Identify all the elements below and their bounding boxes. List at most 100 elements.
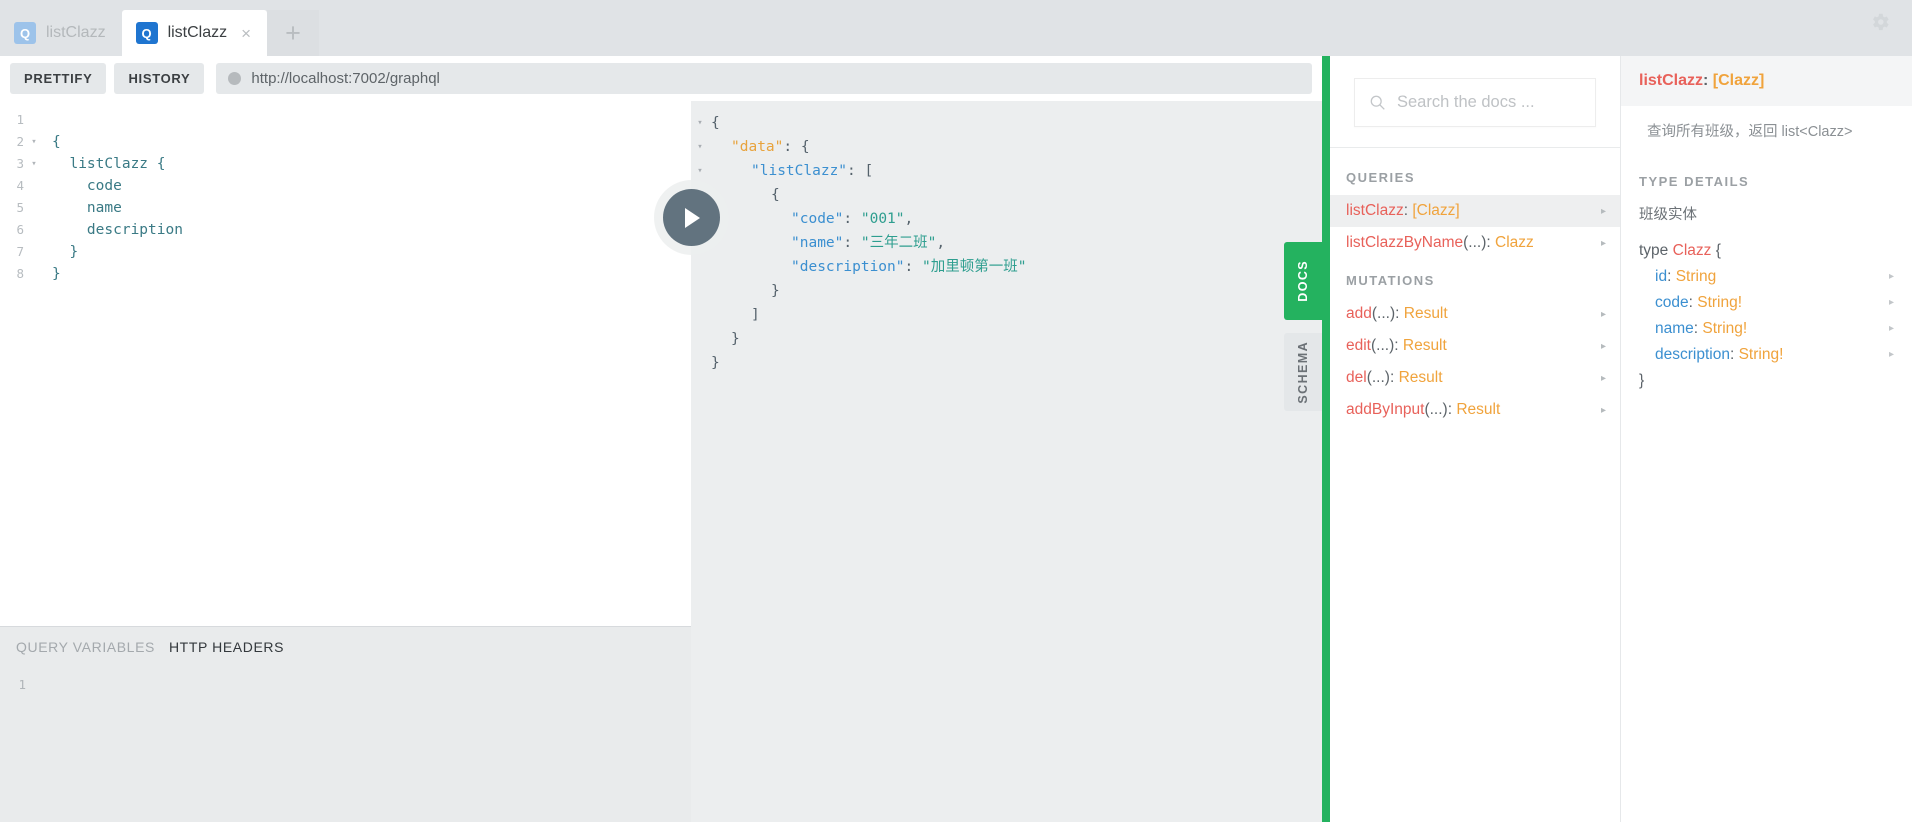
chevron-right-icon[interactable]: ▸ <box>1889 323 1894 334</box>
doc-field-type: Result <box>1456 401 1501 418</box>
chevron-right-icon[interactable]: ▸ <box>1601 309 1606 320</box>
type-field-description[interactable]: description: String! ▸ <box>1621 342 1912 368</box>
chevron-right-icon[interactable]: ▸ <box>1601 206 1606 217</box>
chevron-right-icon[interactable]: ▸ <box>1889 349 1894 360</box>
result-token: "description" <box>791 259 905 275</box>
code-text: name <box>52 200 122 216</box>
fold-toggle-icon[interactable]: ▾ <box>26 153 42 176</box>
query-pane: 1 2 ▾{3 ▾ listClazz {4 code 5 name 6 descript… <box>0 101 691 822</box>
chevron-right-icon[interactable]: ▸ <box>1601 238 1606 249</box>
fold-toggle-icon[interactable]: ▾ <box>26 131 42 154</box>
side-tab-schema[interactable]: SCHEMA <box>1284 333 1322 411</box>
variables-editor[interactable]: 1 <box>0 667 691 822</box>
fold-toggle-icon[interactable]: ▾ <box>691 111 709 136</box>
result-text: } <box>709 351 720 375</box>
result-token: { <box>711 115 720 131</box>
type-field-name[interactable]: name: String! ▸ <box>1621 316 1912 342</box>
line-number: 5 <box>16 200 24 215</box>
code-line: 2 ▾ { <box>0 131 691 153</box>
code-line: 4 code <box>0 175 691 197</box>
doc-sections[interactable]: QUERIES listClazz: [Clazz] ▸ listClazzByNam… <box>1330 148 1620 822</box>
fold-toggle-icon[interactable]: ▾ <box>691 159 709 184</box>
result-line: } <box>691 279 1322 303</box>
result-line: "name": "三年二班", <box>691 231 1322 255</box>
chevron-right-icon[interactable]: ▸ <box>1889 271 1894 282</box>
tab-listclazz-2[interactable]: Q listClazz × <box>121 10 268 56</box>
type-field-sep: : <box>1729 345 1739 363</box>
doc-field-args: (...) <box>1366 369 1390 386</box>
chevron-right-icon[interactable]: ▸ <box>1889 297 1894 308</box>
result-line: } <box>691 351 1322 375</box>
result-token: { <box>771 187 780 203</box>
doc-field-signature: listClazz: [Clazz] <box>1346 202 1460 220</box>
prettify-button[interactable]: PRETTIFY <box>10 63 107 94</box>
detail-field-name: listClazz <box>1639 72 1704 89</box>
tab-query-variables[interactable]: QUERY VARIABLES <box>16 639 155 655</box>
doc-field-type: Result <box>1403 305 1448 322</box>
type-field-name: description <box>1655 345 1730 363</box>
doc-field-listclazz[interactable]: listClazz: [Clazz] ▸ <box>1330 195 1620 227</box>
doc-field-signature: listClazzByName(...): Clazz <box>1346 234 1534 252</box>
result-token: "name" <box>791 235 844 251</box>
result-token: "三年二班" <box>860 235 937 251</box>
type-details-title: TYPE DETAILS <box>1639 173 1750 189</box>
detail-sep: : <box>1703 72 1713 89</box>
doc-field-add[interactable]: add(...): Result ▸ <box>1330 298 1620 330</box>
search-icon <box>1370 95 1385 110</box>
doc-field-sep: : <box>1486 234 1496 251</box>
tab-http-headers[interactable]: HTTP HEADERS <box>169 639 284 655</box>
variables-tabs: QUERY VARIABLES HTTP HEADERS <box>0 627 691 667</box>
doc-field-addbyinput[interactable]: addByInput(...): Result ▸ <box>1330 394 1620 426</box>
type-field-name: id <box>1655 267 1668 285</box>
chevron-right-icon[interactable]: ▸ <box>1601 341 1606 352</box>
doc-field-type: Result <box>1402 337 1447 354</box>
type-field-type: String! <box>1702 319 1748 337</box>
doc-field-signature: edit(...): Result <box>1346 337 1447 355</box>
type-name[interactable]: Clazz <box>1673 242 1712 259</box>
type-field-code[interactable]: code: String! ▸ <box>1621 290 1912 316</box>
doc-field-name: listClazzByName <box>1346 234 1464 251</box>
variables-line: 1 <box>0 675 691 695</box>
result-token: } <box>731 331 740 347</box>
result-viewer[interactable]: ▾{▾"data": {▾"listClazz": [▾{"code": "00… <box>691 101 1322 822</box>
side-tab-docs[interactable]: DOCS <box>1284 242 1322 320</box>
doc-field-del[interactable]: del(...): Result ▸ <box>1330 362 1620 394</box>
type-field-id[interactable]: id: String ▸ <box>1621 264 1912 290</box>
tab-listclazz-1[interactable]: Q listClazz <box>0 10 122 56</box>
type-description: 班级实体 <box>1639 206 1697 223</box>
result-token: } <box>771 283 780 299</box>
add-tab-button[interactable]: + <box>267 10 320 56</box>
line-number: 1 <box>16 112 24 127</box>
chevron-right-icon[interactable]: ▸ <box>1601 373 1606 384</box>
close-icon[interactable]: × <box>241 25 251 42</box>
search-placeholder: Search the docs ... <box>1397 93 1535 111</box>
detail-header: listClazz: [Clazz] <box>1621 56 1912 106</box>
code-text: { <box>52 134 61 150</box>
result-line: } <box>691 327 1322 351</box>
doc-field-edit[interactable]: edit(...): Result ▸ <box>1330 330 1620 362</box>
history-button[interactable]: HISTORY <box>114 63 205 94</box>
type-field-signature: id: String <box>1655 268 1716 286</box>
result-line: ▾{ <box>691 111 1322 135</box>
tab-label: listClazz <box>167 24 228 41</box>
execute-query-button[interactable] <box>663 189 720 246</box>
type-field-signature: name: String! <box>1655 320 1747 338</box>
doc-field-listclazzbyname[interactable]: listClazzByName(...): Clazz ▸ <box>1330 227 1620 259</box>
search-docs-input[interactable]: Search the docs ... <box>1354 78 1596 127</box>
doc-explorer: Search the docs ... QUERIES listClazz: [C… <box>1330 56 1912 822</box>
fold-toggle-icon[interactable]: ▾ <box>691 135 709 160</box>
doc-field-signature: add(...): Result <box>1346 305 1448 323</box>
result-text: { <box>709 111 720 135</box>
toolbar: PRETTIFY HISTORY http://localhost:7002/g… <box>0 56 1322 101</box>
result-text: "description": "加里顿第一班" <box>709 255 1026 279</box>
line-number: 4 <box>16 178 24 193</box>
line-number: 8 <box>16 266 24 281</box>
chevron-right-icon[interactable]: ▸ <box>1601 405 1606 416</box>
result-text: ] <box>709 303 760 327</box>
detail-field-type[interactable]: [Clazz] <box>1713 72 1765 89</box>
doc-field-sep: : <box>1389 369 1399 386</box>
variables-section: QUERY VARIABLES HTTP HEADERS 1 <box>0 626 691 822</box>
endpoint-url-field[interactable]: http://localhost:7002/graphql <box>216 63 1312 94</box>
gear-icon[interactable] <box>1866 8 1894 36</box>
query-editor[interactable]: 1 2 ▾{3 ▾ listClazz {4 code 5 name 6 descript… <box>0 101 691 626</box>
